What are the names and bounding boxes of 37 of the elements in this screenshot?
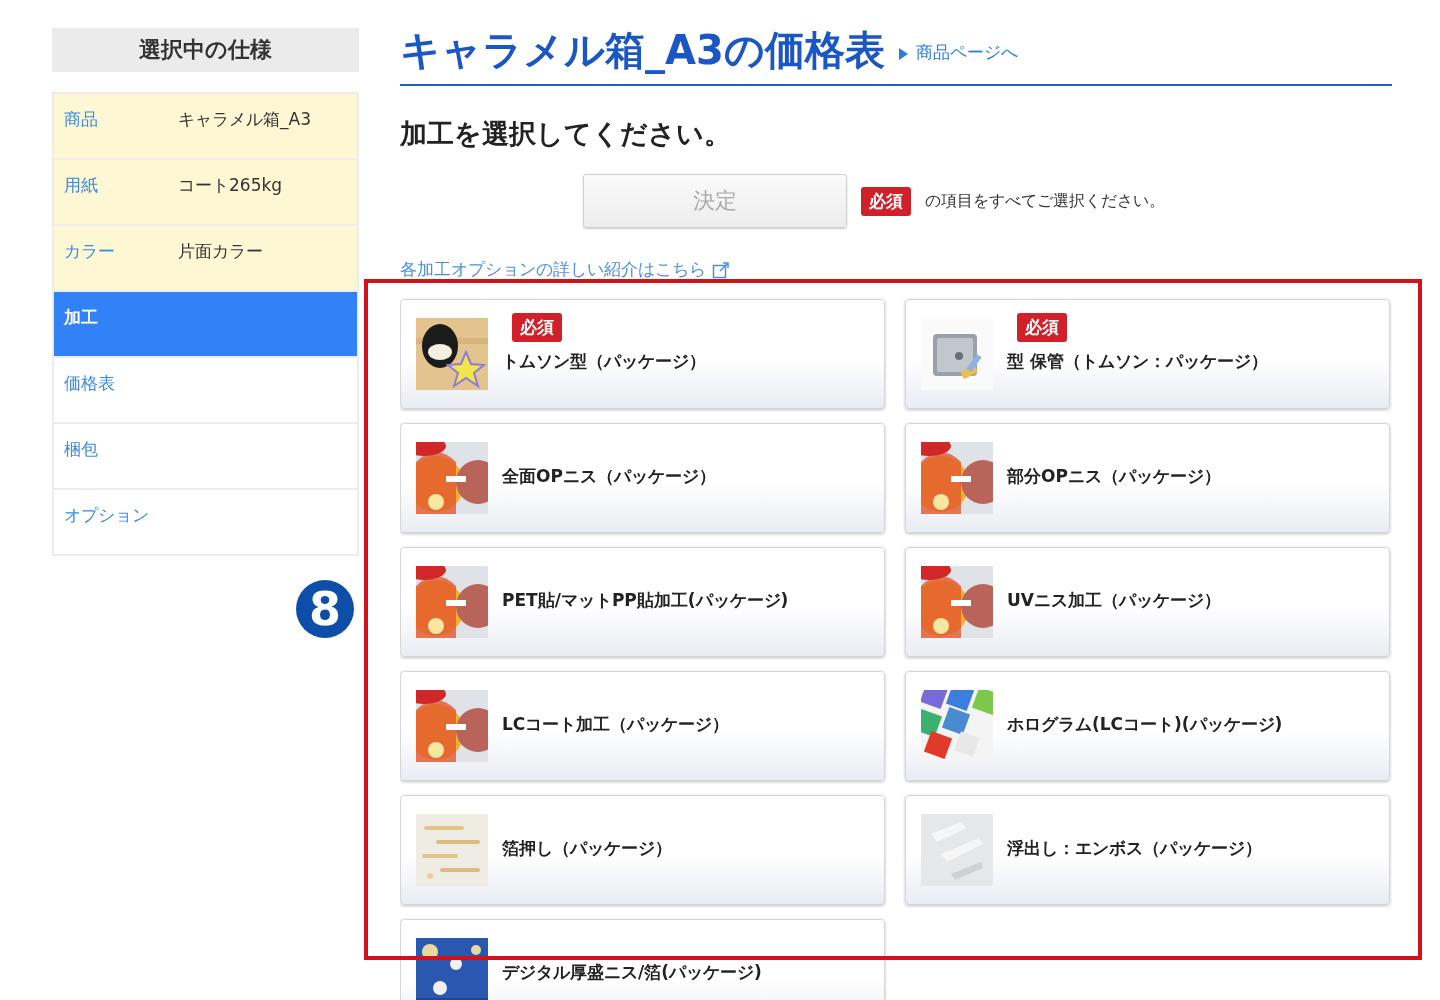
sidebar-title: 選択中の仕様 <box>52 28 359 72</box>
required-note: の項目をすべてご選択ください。 <box>925 190 1165 212</box>
option-card[interactable]: デジタル厚盛ニス/箔(パッケージ) <box>400 919 885 1000</box>
option-name: ホログラム(LCコート)(パッケージ) <box>1007 712 1283 736</box>
sidebar-item[interactable]: 商品 キャラメル箱_A3 <box>54 92 357 158</box>
caret-icon <box>898 48 908 60</box>
required-badge: 必須 <box>861 186 911 216</box>
required-badge: 必須 <box>1017 313 1067 342</box>
option-name: UVニス加工（パッケージ） <box>1007 588 1221 612</box>
required-badge: 必須 <box>512 313 562 342</box>
option-card[interactable]: LCコート加工（パッケージ） <box>400 671 885 781</box>
option-name: 浮出し：エンボス（パッケージ） <box>1007 836 1262 860</box>
option-card[interactable]: 全面OPニス（パッケージ） <box>400 423 885 533</box>
option-name: 型 保管（トムソン：パッケージ） <box>1007 350 1268 373</box>
option-name: 箔押し（パッケージ） <box>502 836 672 860</box>
option-card[interactable]: ホログラム(LCコート)(パッケージ) <box>905 671 1390 781</box>
option-card[interactable]: 必須 型 保管（トムソン：パッケージ） <box>905 299 1390 409</box>
option-card[interactable]: 部分OPニス（パッケージ） <box>905 423 1390 533</box>
option-card[interactable]: PET貼/マットPP貼加工(パッケージ) <box>400 547 885 657</box>
external-link-icon <box>712 260 730 279</box>
sidebar-item[interactable]: 加工 <box>54 290 357 356</box>
option-card[interactable]: 必須 トムソン型（パッケージ） <box>400 299 885 409</box>
prompt-heading: 加工を選択してください。 <box>400 117 732 151</box>
product-page-link[interactable]: 商品ページへ <box>915 41 1018 64</box>
option-name: トムソン型（パッケージ） <box>502 350 706 373</box>
option-name: 部分OPニス（パッケージ） <box>1007 464 1221 488</box>
step-number: 8 <box>296 580 354 638</box>
option-name: 全面OPニス（パッケージ） <box>502 464 716 488</box>
option-name: PET貼/マットPP貼加工(パッケージ) <box>502 588 789 612</box>
sidebar-item[interactable]: カラー 片面カラー <box>54 224 357 290</box>
option-card[interactable]: 浮出し：エンボス（パッケージ） <box>905 795 1390 905</box>
sidebar-item[interactable]: 用紙 コート265kg <box>54 158 357 224</box>
option-name: デジタル厚盛ニス/箔(パッケージ) <box>502 960 762 984</box>
option-card[interactable]: UVニス加工（パッケージ） <box>905 547 1390 657</box>
option-name: LCコート加工（パッケージ） <box>502 712 730 736</box>
page-title: キャラメル箱_A3の価格表 <box>400 28 885 72</box>
option-card[interactable]: 箔押し（パッケージ） <box>400 795 885 905</box>
